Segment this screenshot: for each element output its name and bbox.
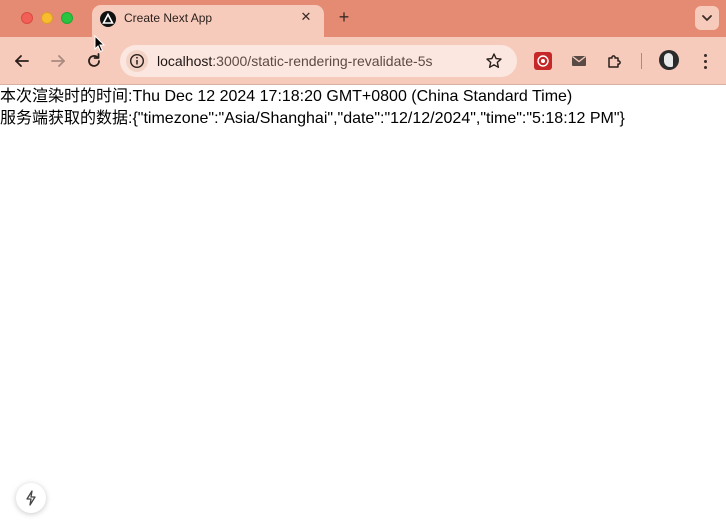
page-content: 本次渲染时的时间:Thu Dec 12 2024 17:18:20 GMT+08… bbox=[0, 86, 726, 526]
mouse-cursor-icon bbox=[94, 35, 106, 53]
browser-toolbar: localhost:3000/static-rendering-revalida… bbox=[0, 37, 726, 85]
url-path: :3000/static-rendering-revalidate-5s bbox=[212, 53, 433, 69]
address-bar[interactable]: localhost:3000/static-rendering-revalida… bbox=[120, 45, 517, 77]
site-info-icon[interactable] bbox=[126, 50, 148, 72]
lightning-icon bbox=[26, 490, 36, 506]
nextjs-dev-indicator[interactable] bbox=[16, 483, 46, 513]
chevron-down-icon bbox=[702, 15, 712, 21]
kebab-menu-icon[interactable] bbox=[697, 51, 713, 71]
tab-title: Create Next App bbox=[124, 11, 213, 25]
toolbar-divider bbox=[641, 53, 642, 69]
extension-red-icon[interactable] bbox=[534, 52, 552, 70]
reload-icon[interactable] bbox=[84, 51, 104, 71]
tab-search-button[interactable] bbox=[695, 6, 719, 30]
browser-window: Create Next App ✕ + localhost:3000/stati… bbox=[0, 0, 726, 526]
tab-close-icon[interactable]: ✕ bbox=[298, 9, 314, 25]
url-host: localhost bbox=[157, 53, 213, 69]
tab-strip: Create Next App ✕ + bbox=[0, 0, 726, 37]
active-tab[interactable]: Create Next App ✕ bbox=[92, 5, 324, 37]
arrow-left-icon[interactable] bbox=[12, 51, 32, 71]
puzzle-icon[interactable] bbox=[606, 52, 624, 70]
render-time-text: 本次渲染时的时间:Thu Dec 12 2024 17:18:20 GMT+08… bbox=[0, 88, 573, 105]
window-minimize-button[interactable] bbox=[41, 12, 53, 24]
window-close-button[interactable] bbox=[21, 12, 33, 24]
star-icon[interactable] bbox=[485, 52, 503, 70]
server-data-text: 服务端获取的数据:{"timezone":"Asia/Shanghai","da… bbox=[0, 110, 625, 127]
window-maximize-button[interactable] bbox=[61, 12, 73, 24]
mail-icon[interactable] bbox=[570, 52, 588, 70]
avatar-figure bbox=[664, 53, 673, 67]
profile-avatar[interactable] bbox=[659, 50, 679, 70]
url-text[interactable]: localhost:3000/static-rendering-revalida… bbox=[157, 53, 433, 69]
new-tab-button[interactable]: + bbox=[334, 7, 354, 27]
arrow-right-icon[interactable] bbox=[48, 51, 68, 71]
nextjs-favicon-icon bbox=[100, 11, 116, 27]
